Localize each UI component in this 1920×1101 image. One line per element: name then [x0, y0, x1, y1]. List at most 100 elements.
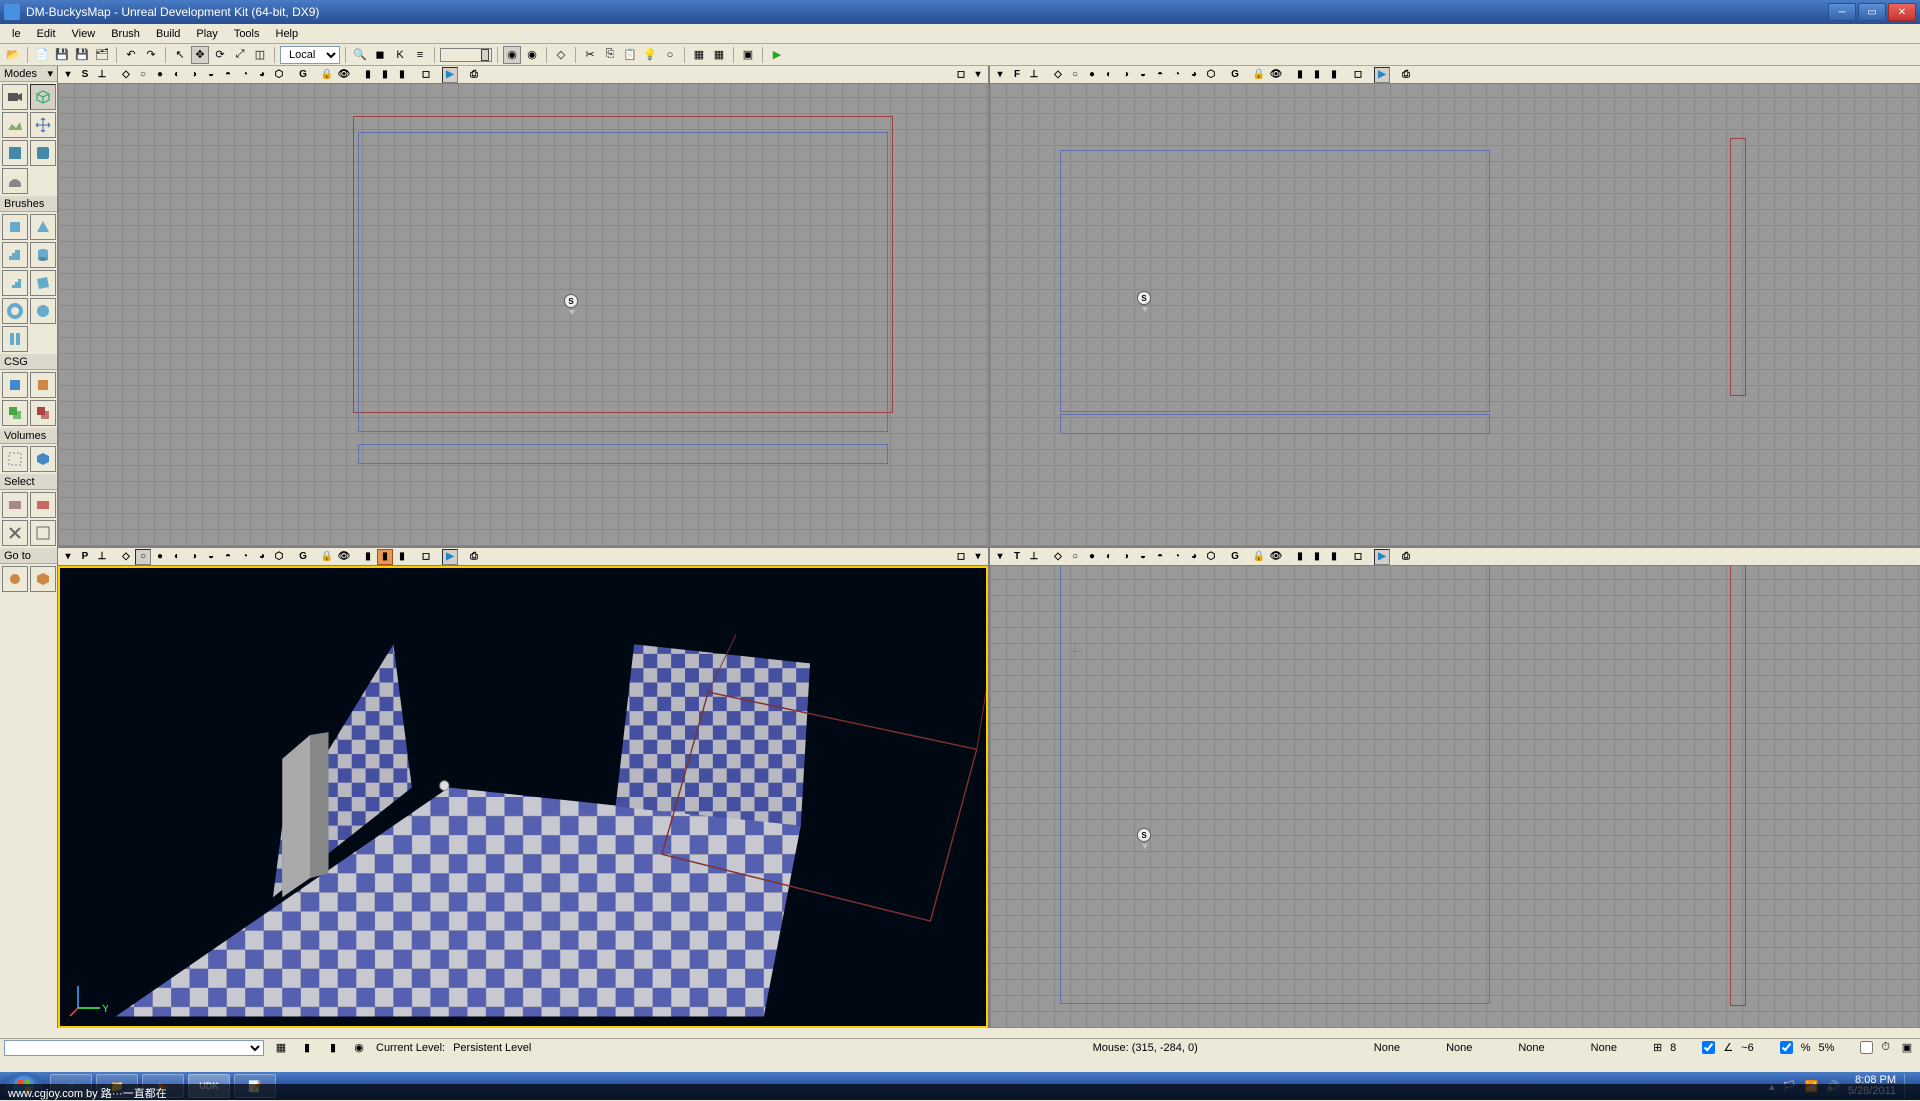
vp-reflection-icon[interactable]: ⬡	[271, 549, 287, 565]
search-button[interactable]: 🔍	[351, 46, 369, 64]
redo-button[interactable]: ↷	[142, 46, 160, 64]
vp-screenshot-icon[interactable]: ⎙	[1398, 67, 1414, 83]
vp-dropdown-icon[interactable]: ▾	[992, 67, 1008, 83]
paste-button[interactable]: 📋	[621, 46, 639, 64]
level-dropdown[interactable]	[4, 1040, 264, 1056]
vp-unlit-icon[interactable]: ○	[1067, 67, 1083, 83]
vp-play-icon[interactable]: ▶	[1374, 549, 1390, 565]
vp-unlit-icon[interactable]: ○	[135, 549, 151, 565]
vp-game-icon[interactable]: G	[1227, 549, 1243, 565]
matinee-button[interactable]: ≡	[411, 46, 429, 64]
vp-screenshot-icon[interactable]: ⎙	[1398, 549, 1414, 565]
vp-realtime-icon[interactable]: ⊥	[94, 549, 110, 565]
vp-camspeed1-icon[interactable]: ▮	[360, 67, 376, 83]
kismet-button[interactable]: K	[391, 46, 409, 64]
vp-lock-icon[interactable]: 🔒	[319, 67, 335, 83]
push-button[interactable]: ▣	[1898, 1039, 1916, 1057]
play-button[interactable]: ▶	[768, 46, 786, 64]
texture-mode-button[interactable]	[2, 140, 28, 166]
vp-lock-icon[interactable]: 🔒	[1251, 67, 1267, 83]
csg-add-button[interactable]	[2, 372, 28, 398]
vp-eye-icon[interactable]: 👁	[1268, 67, 1284, 83]
menu-play[interactable]: Play	[188, 26, 225, 42]
level-btn-1[interactable]: ▦	[272, 1039, 290, 1057]
dropdown-icon[interactable]: ▾	[47, 67, 53, 80]
show-selected-button[interactable]	[2, 492, 28, 518]
select-all-button[interactable]	[30, 520, 56, 546]
viewport-perspective-canvas[interactable]: Y	[58, 566, 988, 1028]
vp-play-icon[interactable]: ▶	[442, 549, 458, 565]
vp-screenshot-icon[interactable]: ⎙	[466, 549, 482, 565]
content-browser-button[interactable]: ◼	[371, 46, 389, 64]
vp-dropdown-icon[interactable]: ▾	[992, 549, 1008, 565]
scale-checkbox[interactable]	[1780, 1041, 1793, 1054]
vp-reflection-icon[interactable]: ⬡	[271, 67, 287, 83]
linearstair-button[interactable]	[2, 270, 28, 296]
menu-build[interactable]: Build	[148, 26, 188, 42]
browser-button[interactable]: 🗂	[93, 46, 111, 64]
vp-camspeed3-icon[interactable]: ▮	[394, 67, 410, 83]
vp-realtime-icon[interactable]: ⊥	[1026, 549, 1042, 565]
vp-eye-icon[interactable]: 👁	[1268, 549, 1284, 565]
vp-lightonly-icon[interactable]: ◑	[186, 67, 202, 83]
vp-lit-icon[interactable]: ●	[1084, 67, 1100, 83]
terrain-mode-button[interactable]	[2, 112, 28, 138]
vp-game-icon[interactable]: G	[1227, 67, 1243, 83]
menu-view[interactable]: View	[64, 26, 104, 42]
vp-shadercomplex-icon[interactable]: ◔	[237, 67, 253, 83]
open-button[interactable]: 📂	[4, 46, 22, 64]
special-brush-button[interactable]	[2, 446, 28, 472]
vp-camspeed2-icon[interactable]: ▮	[1309, 549, 1325, 565]
vp-unlit-icon[interactable]: ○	[1067, 549, 1083, 565]
viewport-front-canvas[interactable]: S	[990, 84, 1920, 546]
mesh-paint-button[interactable]	[30, 140, 56, 166]
menu-edit[interactable]: Edit	[29, 26, 64, 42]
vp-dropdown-icon[interactable]: ▾	[60, 67, 76, 83]
copy-button[interactable]: ⎘	[601, 46, 619, 64]
vp-dropdown2-icon[interactable]: ▾	[970, 67, 986, 83]
vp-lock-icon[interactable]: 🔒	[319, 549, 335, 565]
vp-realtime-icon[interactable]: ⊥	[94, 67, 110, 83]
geometry-mode-button[interactable]	[30, 84, 56, 110]
vp-maximize-icon[interactable]: ◻	[1350, 549, 1366, 565]
vp-texdensity-icon[interactable]: ◓	[1152, 549, 1168, 565]
socket-button[interactable]: ▣	[739, 46, 757, 64]
vp-lightonly-icon[interactable]: ◑	[1118, 67, 1134, 83]
vp-camspeed2-icon[interactable]: ▮	[377, 67, 393, 83]
vp-type-label[interactable]: T	[1009, 549, 1025, 565]
hide-selected-button[interactable]	[30, 492, 56, 518]
vp-lightcomplex-icon[interactable]: ◒	[1135, 67, 1151, 83]
vp-lightonly-icon[interactable]: ◑	[186, 549, 202, 565]
vp-wireframe-icon[interactable]: ◇	[1050, 67, 1066, 83]
vp-reflection-icon[interactable]: ⬡	[1203, 549, 1219, 565]
grid-value[interactable]: 8	[1670, 1042, 1676, 1054]
cylinder-brush-button[interactable]	[30, 242, 56, 268]
ai-paths-button[interactable]: ◇	[552, 46, 570, 64]
build-options-button[interactable]: ▦	[710, 46, 728, 64]
grid-checkbox[interactable]	[1702, 1041, 1715, 1054]
cut-button[interactable]: ✂	[581, 46, 599, 64]
maximize-button[interactable]: ▭	[1858, 3, 1886, 21]
vp-game-icon[interactable]: G	[295, 549, 311, 565]
vp-unlit-icon[interactable]: ○	[135, 67, 151, 83]
scale-nonuniform-button[interactable]: ◫	[251, 46, 269, 64]
vp-maximize-icon[interactable]: ◻	[418, 549, 434, 565]
farplane-slider[interactable]	[440, 48, 492, 62]
vp-lightmap-icon[interactable]: ◕	[254, 549, 270, 565]
menu-help[interactable]: Help	[268, 26, 307, 42]
spiralstair-button[interactable]	[2, 298, 28, 324]
vp-lightmap-icon[interactable]: ◕	[1186, 549, 1202, 565]
vp-realtime-icon[interactable]: ⊥	[1026, 67, 1042, 83]
vp-texdensity-icon[interactable]: ◓	[1152, 67, 1168, 83]
minimize-button[interactable]: ─	[1828, 3, 1856, 21]
vp-camspeed1-icon[interactable]: ▮	[1292, 67, 1308, 83]
save-button[interactable]: 💾	[53, 46, 71, 64]
goto-actor-button[interactable]	[2, 566, 28, 592]
vp-shadercomplex-icon[interactable]: ◔	[237, 549, 253, 565]
move-mode-button[interactable]	[30, 112, 56, 138]
vp-lightcomplex-icon[interactable]: ◒	[1135, 549, 1151, 565]
vp-tearoff-icon[interactable]: ◻	[953, 549, 969, 565]
vp-eye-icon[interactable]: 👁	[336, 549, 352, 565]
vp-lit-icon[interactable]: ●	[152, 549, 168, 565]
vp-shadercomplex-icon[interactable]: ◔	[1169, 549, 1185, 565]
